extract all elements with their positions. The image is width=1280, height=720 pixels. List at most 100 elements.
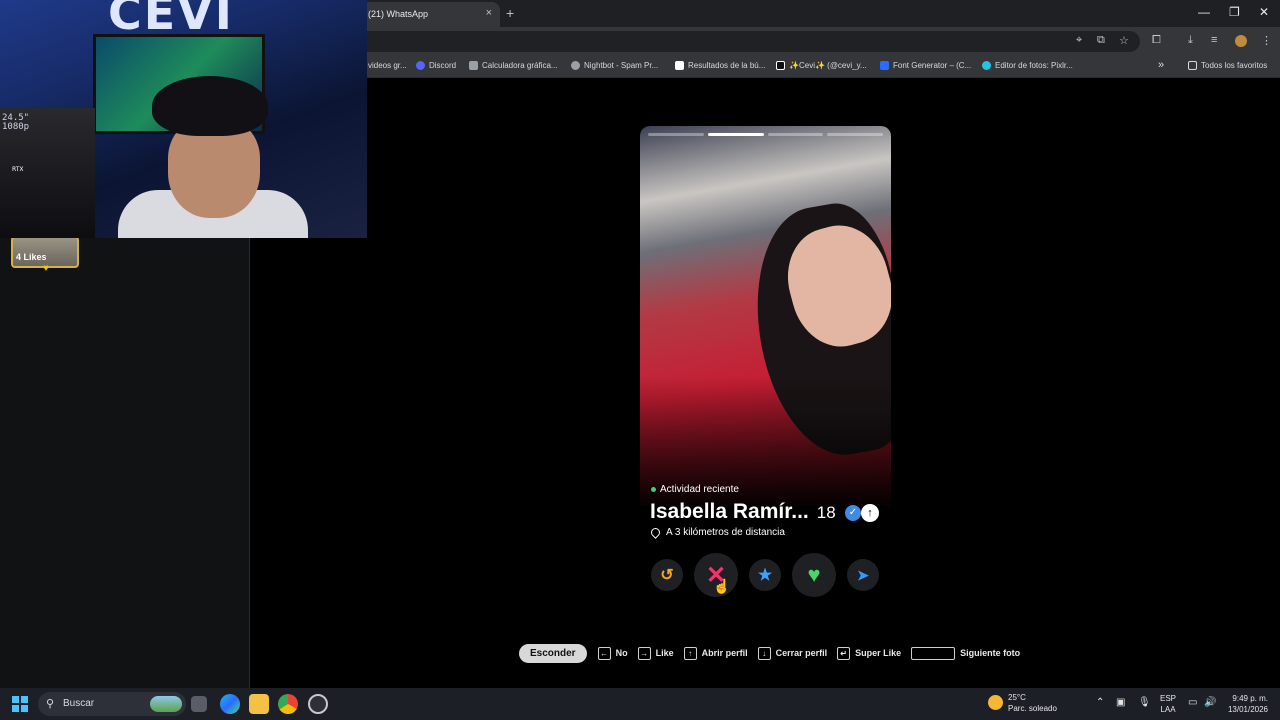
rtx-label: RTX — [12, 166, 24, 173]
bookmark-item[interactable]: Resultados de la bú... — [675, 61, 765, 70]
menu-dots-icon[interactable]: ⋮ — [1261, 34, 1272, 47]
search-placeholder: Buscar — [63, 698, 95, 709]
font-icon — [880, 61, 889, 70]
download-icon[interactable]: ⤓ — [1188, 34, 1193, 47]
obs-icon[interactable] — [308, 694, 328, 714]
language-indicator[interactable]: ESP LAA — [1160, 693, 1176, 715]
install-app-icon[interactable]: ⧉ — [1097, 34, 1105, 47]
taskbar-search[interactable]: ⚲ Buscar — [38, 692, 186, 716]
weather-desc: Parc. soleado — [1008, 704, 1057, 713]
clock-date: 13/01/2026 — [1227, 705, 1268, 714]
search-icon: ⚲ — [46, 698, 55, 710]
photo-progress-bar[interactable] — [707, 133, 764, 136]
activity-label: Actividad reciente — [660, 484, 739, 495]
tab-whatsapp[interactable]: (21) WhatsApp × — [360, 2, 500, 27]
open-profile-button[interactable]: ↑ — [861, 504, 879, 522]
volume-icon[interactable]: 🔊 — [1204, 697, 1216, 708]
photo-progress-bars — [648, 133, 883, 136]
partly-sunny-icon — [988, 695, 1003, 710]
enter-key-icon: ↵ — [837, 646, 851, 660]
nightbot-icon — [571, 61, 580, 70]
bookmark-item[interactable]: Nightbot - Spam Pr... — [571, 61, 658, 70]
photo-progress-bar[interactable] — [648, 133, 704, 136]
tab-close-icon[interactable]: × — [486, 7, 492, 19]
location-icon[interactable]: ⌖ — [1076, 34, 1082, 47]
extensions-icon[interactable]: ⧠ — [1152, 34, 1161, 47]
bookmark-item[interactable]: Font Generator – (C... — [880, 61, 971, 70]
online-dot-icon — [651, 487, 656, 492]
rewind-button[interactable]: ↺ — [651, 559, 683, 591]
hint-like: → Like — [637, 646, 674, 660]
bookmark-item[interactable]: Discord — [416, 61, 456, 70]
bookmark-item[interactable]: Editor de fotos: Pixlr... — [982, 61, 1073, 70]
profile-age: 18 — [816, 503, 836, 522]
tab-title: (21) WhatsApp — [368, 9, 429, 19]
up-arrow-key-icon: ↑ — [683, 646, 697, 660]
likes-card[interactable]: 4 Likes ♥ — [11, 236, 79, 274]
distance-row: A 3 kilómetros de distancia — [649, 526, 785, 539]
media-icon[interactable]: ≡ — [1211, 34, 1217, 46]
profile-name: Isabella Ramír... — [650, 500, 809, 523]
calculator-icon — [469, 61, 478, 70]
tray-app-icon[interactable]: ▣ — [1116, 697, 1125, 708]
hint-super-like: ↵ Super Like — [837, 646, 901, 660]
folder-icon — [1188, 61, 1197, 70]
keyboard-hints: Esconder ← No → Like ↑ Abrir perfil ↓ Cerrar… — [519, 643, 1030, 663]
document-icon — [675, 61, 684, 70]
gold-heart-icon: ♥ — [43, 263, 49, 274]
tiktok-icon — [776, 61, 785, 70]
new-tab-icon[interactable]: + — [506, 5, 514, 21]
task-view-icon[interactable] — [191, 696, 207, 712]
verified-badge-icon: ✓ — [845, 505, 861, 521]
restore-icon[interactable]: ❐ — [1229, 5, 1240, 19]
super-like-button[interactable]: ★ — [749, 559, 781, 591]
monitor-label: 24.5" 1080p — [2, 113, 30, 132]
profile-card[interactable]: Actividad reciente Isabella Ramír... 18 … — [640, 126, 891, 604]
spacebar-key-icon — [911, 646, 956, 660]
all-favorites-folder[interactable]: Todos los favoritos — [1188, 61, 1267, 70]
bookmark-item[interactable]: videos gr... — [368, 61, 407, 70]
streamer-hair — [152, 76, 268, 136]
boost-button[interactable]: ➤ — [847, 559, 879, 591]
edge-icon[interactable] — [220, 694, 240, 714]
hide-hints-button[interactable]: Esconder — [519, 643, 587, 663]
location-pin-icon — [649, 526, 662, 539]
bookmark-item[interactable]: Calculadora gráfica... — [469, 61, 558, 70]
profile-avatar[interactable] — [1235, 35, 1247, 47]
more-bookmarks-icon[interactable]: » — [1158, 59, 1164, 71]
photo-progress-bar[interactable] — [767, 133, 824, 136]
system-clock[interactable]: 9:49 p. m. 13/01/2026 — [1224, 693, 1268, 715]
weather-temp: 25°C — [1008, 693, 1026, 702]
bookmark-star-icon[interactable]: ☆ — [1119, 34, 1129, 47]
hint-open-profile: ↑ Abrir perfil — [683, 646, 748, 660]
name-row: Isabella Ramír... 18 — [650, 500, 836, 524]
chrome-icon[interactable] — [278, 694, 298, 714]
pixlr-icon — [982, 61, 991, 70]
windows-taskbar: ⚲ Buscar 25°C Parc. soleado ⌃ ▣ 🎙 ESP LAA … — [0, 688, 1280, 720]
down-arrow-key-icon: ↓ — [757, 646, 771, 660]
clock-time: 9:49 p. m. — [1232, 694, 1268, 703]
file-explorer-icon[interactable] — [249, 694, 269, 714]
network-icon[interactable]: ▭ — [1188, 697, 1197, 708]
photo-progress-bar[interactable] — [827, 133, 883, 136]
search-highlight-image — [150, 696, 182, 712]
right-arrow-key-icon: → — [637, 646, 651, 660]
microphone-icon[interactable]: 🎙 — [1138, 697, 1151, 708]
windows-start-icon[interactable] — [12, 696, 28, 712]
minimize-icon[interactable]: — — [1198, 5, 1210, 19]
left-arrow-key-icon: ← — [597, 646, 611, 660]
hint-no: ← No — [597, 646, 628, 660]
hint-close-profile: ↓ Cerrar perfil — [757, 646, 827, 660]
action-buttons: ↺ ✕ ★ ♥ ➤ — [640, 553, 891, 597]
mouse-cursor-icon: ☝ — [713, 578, 731, 594]
activity-status: Actividad reciente — [651, 484, 739, 495]
tray-chevron-icon[interactable]: ⌃ — [1096, 697, 1104, 708]
like-button[interactable]: ♥ — [792, 553, 836, 597]
bookmark-item[interactable]: ✨Cevi✨ (@cevi_y... — [776, 61, 867, 70]
discord-icon — [416, 61, 425, 70]
address-bar[interactable] — [300, 31, 1140, 52]
webcam-overlay: CEVI 24.5" 1080p RTX — [0, 0, 367, 238]
close-window-icon[interactable]: ✕ — [1259, 5, 1269, 19]
hint-next-photo: Siguiente foto — [911, 646, 1020, 660]
distance-label: A 3 kilómetros de distancia — [666, 527, 785, 538]
